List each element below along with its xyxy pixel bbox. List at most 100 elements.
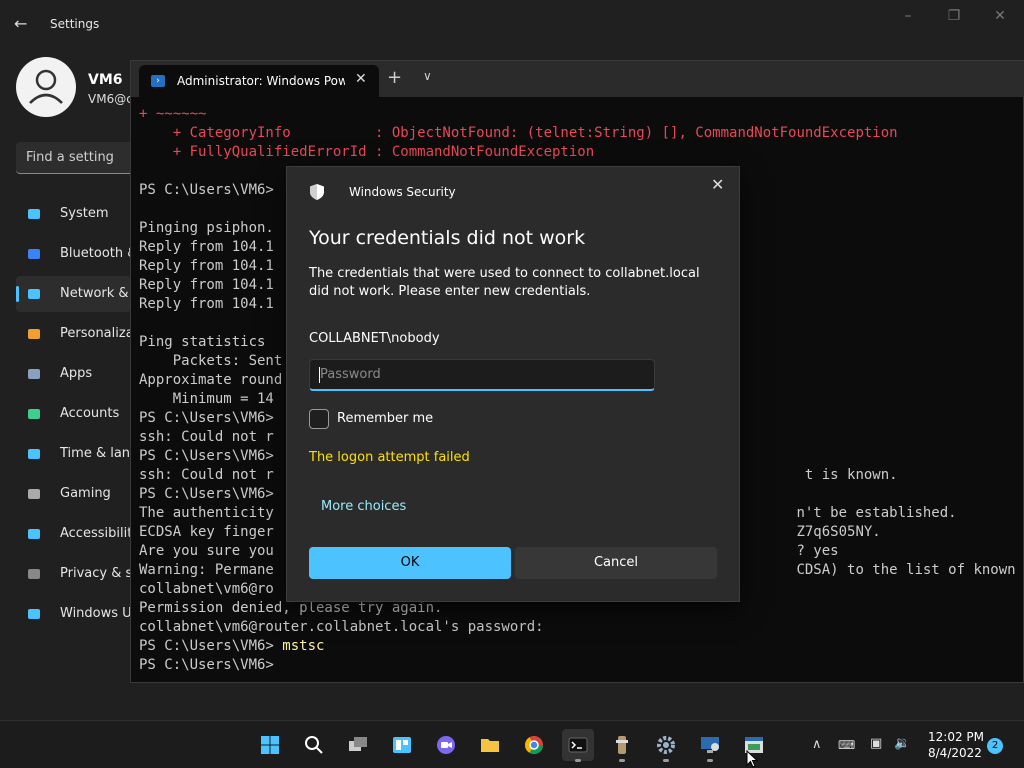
terminal-line-text: Permission denied, please try again. — [139, 600, 443, 616]
start-button[interactable] — [254, 729, 286, 761]
sidebar-item-apps[interactable]: Apps — [16, 356, 131, 392]
terminal-line-text: Reply from 104.1 — [139, 258, 274, 274]
back-arrow-icon[interactable]: ← — [14, 14, 27, 33]
sidebar-item-privacy-security[interactable]: Privacy & security — [16, 556, 131, 592]
file-explorer-button[interactable] — [474, 729, 506, 761]
search-input[interactable]: Find a setting — [16, 142, 146, 174]
sidebar-item-windows-update[interactable]: Windows Update — [16, 596, 131, 632]
sidebar-item-label: Accounts — [60, 406, 120, 421]
chrome-button[interactable] — [518, 729, 550, 761]
system-icon — [26, 206, 42, 222]
restore-icon[interactable]: ❐ — [934, 8, 974, 24]
cancel-button[interactable]: Cancel — [515, 547, 717, 579]
mouse-cursor-icon — [746, 750, 758, 768]
task-view-button[interactable] — [342, 729, 374, 761]
terminal-button[interactable] — [562, 729, 594, 762]
sidebar-item-time-language[interactable]: Time & language — [16, 436, 131, 472]
terminal-line: collabnet\vm6@router.collabnet.local's p… — [139, 618, 1023, 637]
terminal-line-text: collabnet\vm6@router.collabnet.local's p… — [139, 619, 544, 635]
sidebar-item-accessibility[interactable]: Accessibility — [16, 516, 131, 552]
terminal-line-text: Reply from 104.1 — [139, 239, 274, 255]
sidebar-item-personalization[interactable]: Personalization — [16, 316, 131, 352]
sidebar-item-label: Apps — [60, 366, 93, 381]
tab-title: Administrator: Windows PowerShell — [177, 74, 345, 88]
ok-button[interactable]: OK — [309, 547, 511, 579]
terminal-tab[interactable]: › Administrator: Windows PowerShell ✕ — [139, 65, 379, 97]
volume-icon[interactable]: 🔉 — [894, 736, 910, 751]
terminal-line-text: ssh: Could not r — [139, 429, 274, 445]
tab-close-icon[interactable]: ✕ — [355, 71, 367, 87]
terminal-line: + ~~~~~~ — [139, 105, 1023, 124]
app-button[interactable] — [606, 729, 638, 762]
brush-icon — [26, 326, 42, 342]
terminal-line-text: Approximate round — [139, 372, 283, 388]
terminal-line-text: Packets: Sent — [139, 353, 283, 369]
sidebar-item-gaming[interactable]: Gaming — [16, 476, 131, 512]
logon-error-message: The logon attempt failed — [309, 450, 470, 465]
avatar[interactable] — [16, 57, 76, 117]
dialog-app-title: Windows Security — [349, 185, 456, 199]
remember-me-checkbox[interactable] — [309, 409, 329, 429]
sidebar-item-network-internet[interactable]: Network & internet — [16, 276, 131, 312]
shield-icon — [26, 566, 42, 582]
clock-globe-icon — [26, 446, 42, 462]
running-indicator — [619, 759, 625, 762]
password-input[interactable] — [309, 359, 655, 391]
search-button[interactable] — [298, 729, 330, 761]
terminal-line-text: PS C:\Users\VM6> — [139, 638, 283, 654]
remember-me-label[interactable]: Remember me — [337, 411, 433, 426]
terminal-line-text: PS C:\Users\VM6> — [139, 486, 274, 502]
running-indicator — [663, 759, 669, 762]
terminal-line-text: PS C:\Users\VM6> — [139, 410, 274, 426]
settings-button[interactable] — [650, 729, 682, 762]
credentials-dialog: Windows Security ✕ Your credentials did … — [286, 166, 740, 602]
sidebar-item-label: Windows Update — [60, 606, 131, 621]
person-icon — [29, 69, 63, 104]
network-icon[interactable]: ▣ — [870, 736, 882, 751]
update-icon — [26, 606, 42, 622]
sidebar-item-system[interactable]: System — [16, 196, 131, 232]
terminal-line-text: PS C:\Users\VM6> — [139, 182, 274, 198]
clock-time[interactable]: 12:02 PM — [928, 730, 984, 744]
chevron-down-icon[interactable]: ∨ — [423, 69, 432, 83]
terminal-line-text: PS C:\Users\VM6> — [139, 448, 274, 464]
terminal-line-text: Reply from 104.1 — [139, 296, 274, 312]
sidebar-item-label: System — [60, 206, 109, 221]
new-tab-icon[interactable]: + — [387, 67, 402, 88]
user-email: VM6@collabnet.local — [88, 92, 133, 106]
shield-icon — [310, 184, 324, 200]
dialog-message: The credentials that were used to connec… — [309, 266, 700, 299]
terminal-line-text: Minimum = 14 — [139, 391, 274, 407]
terminal-line-text: + CategoryInfo : ObjectNotFound: (telnet… — [139, 125, 898, 141]
teams-chat-button[interactable] — [430, 729, 462, 761]
sidebar-item-label: Gaming — [60, 486, 111, 501]
chevron-up-icon[interactable]: ∧ — [812, 737, 822, 752]
sidebar-item-accounts[interactable]: Accounts — [16, 396, 131, 432]
gamepad-icon — [26, 486, 42, 502]
accessibility-icon — [26, 526, 42, 542]
running-indicator — [707, 759, 713, 762]
remote-desktop-button[interactable] — [694, 729, 726, 762]
terminal-line: + FullyQualifiedErrorId : CommandNotFoun… — [139, 143, 1023, 162]
terminal-command: mstsc — [282, 638, 325, 654]
keyboard-icon[interactable]: ⌨ — [838, 738, 855, 752]
bluetooth-icon — [26, 246, 42, 262]
terminal-line-text: collabnet\vm6@ro — [139, 581, 274, 597]
terminal-line-text: Ping statistics — [139, 334, 274, 350]
widgets-button[interactable] — [386, 729, 418, 761]
sidebar-item-label: Personalization — [60, 326, 131, 341]
running-indicator — [575, 759, 581, 762]
search-placeholder: Find a setting — [26, 150, 114, 165]
powershell-icon: › — [151, 75, 165, 87]
clock-date[interactable]: 8/4/2022 — [928, 746, 982, 760]
more-choices-link[interactable]: More choices — [321, 499, 406, 514]
terminal-line-text: PS C:\Users\VM6> — [139, 657, 274, 673]
close-icon[interactable]: ✕ — [980, 8, 1020, 24]
notification-badge[interactable]: 2 — [987, 738, 1003, 754]
dialog-close-icon[interactable]: ✕ — [711, 175, 724, 194]
sidebar-item-label: Time & language — [60, 446, 131, 461]
terminal-tabbar: › Administrator: Windows PowerShell ✕ + … — [131, 61, 1024, 97]
sidebar-item-bluetooth-devices[interactable]: Bluetooth & devices — [16, 236, 131, 272]
taskbar: ∧ ⌨ ▣ 🔉 12:02 PM 8/4/2022 2 — [0, 720, 1024, 768]
minimize-icon[interactable]: – — [888, 8, 928, 24]
